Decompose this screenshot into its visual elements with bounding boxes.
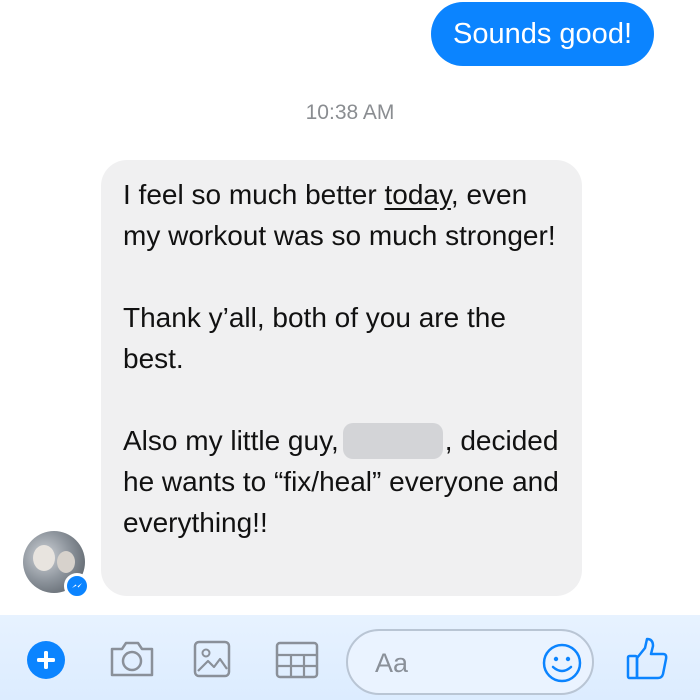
redacted-name [342, 423, 443, 459]
thumbs-up-icon[interactable] [624, 635, 670, 683]
messenger-icon [64, 573, 90, 599]
message-paragraph-1: I feel so much better today, even my wor… [123, 174, 562, 256]
message-input-placeholder: Aa [375, 648, 409, 678]
message-paragraph-3: Also my little guy,, decided he wants to… [123, 420, 562, 543]
message-paragraph-2: Thank y’all, both of you are the best. [123, 302, 506, 374]
gif-icon[interactable] [274, 639, 320, 681]
outgoing-message-bubble[interactable]: Sounds good! [431, 2, 654, 66]
photo-icon[interactable] [190, 637, 234, 681]
emoji-icon[interactable] [540, 641, 584, 685]
message-timestamp: 10:38 AM [305, 101, 395, 124]
message-composer: Aa [0, 615, 700, 700]
incoming-message-bubble[interactable]: I feel so much better today, even my wor… [101, 160, 582, 596]
plus-icon[interactable] [27, 641, 65, 679]
message-thread: Sounds good! 10:38 AM I feel so much bet… [0, 0, 700, 615]
avatar-face [33, 545, 55, 571]
message-text: I feel so much better [123, 179, 385, 210]
avatar-face [57, 551, 75, 573]
camera-icon[interactable] [108, 637, 156, 681]
underlined-word: today [384, 179, 451, 210]
message-text: Also my little guy, [123, 425, 339, 456]
